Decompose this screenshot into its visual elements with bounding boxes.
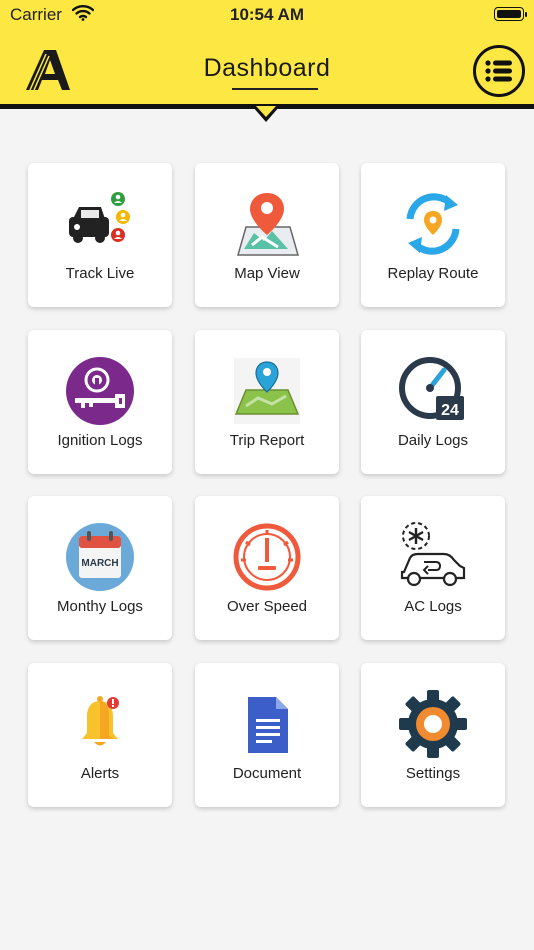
tile-label: Map View	[234, 265, 300, 282]
speedometer-icon	[233, 523, 301, 591]
tile-label: Settings	[405, 765, 461, 782]
tile-label: Monthy Logs	[57, 598, 143, 615]
document-icon	[248, 697, 288, 753]
tile-document[interactable]: Document	[195, 663, 339, 807]
tile-label: Ignition Logs	[57, 432, 143, 449]
tile-label: Alerts	[80, 765, 120, 782]
calendar-icon: MARCH	[66, 523, 134, 591]
gear-icon	[399, 690, 467, 758]
tile-map-view[interactable]: Map View	[195, 163, 339, 307]
tile-alerts[interactable]: Alerts	[28, 663, 172, 807]
tile-over-speed[interactable]: Over Speed	[195, 496, 339, 640]
tile-label: Replay Route	[387, 265, 479, 282]
tile-track-live[interactable]: Track Live	[28, 163, 172, 307]
dashboard-grid: Track Live Map View Replay Route Ignitio…	[0, 0, 534, 950]
daily-24-gauge-icon: 24	[399, 357, 464, 420]
tile-label: Over Speed	[226, 598, 308, 615]
tile-label: Daily Logs	[397, 432, 469, 449]
svg-text:24: 24	[441, 402, 459, 419]
trip-map-icon	[234, 358, 300, 424]
tile-replay-route[interactable]: Replay Route	[361, 163, 505, 307]
ac-car-icon	[400, 522, 466, 587]
tile-label: Document	[232, 765, 302, 782]
car-tracking-icon	[69, 192, 130, 243]
replay-route-icon	[406, 193, 460, 255]
tile-label: Track Live	[65, 265, 135, 282]
ignition-key-icon	[66, 357, 134, 425]
tile-settings[interactable]: Settings	[361, 663, 505, 807]
calendar-month-text: MARCH	[81, 558, 118, 569]
tile-ignition-logs[interactable]: Ignition Logs	[28, 330, 172, 474]
tile-label: Trip Report	[229, 432, 305, 449]
tile-ac-logs[interactable]: AC Logs	[361, 496, 505, 640]
map-pin-icon	[237, 193, 299, 256]
bell-icon	[82, 696, 119, 746]
tile-monthy-logs[interactable]: MARCH Monthy Logs	[28, 496, 172, 640]
tile-daily-logs[interactable]: 24 Daily Logs	[361, 330, 505, 474]
tile-label: AC Logs	[404, 598, 462, 615]
tile-trip-report[interactable]: Trip Report	[195, 330, 339, 474]
